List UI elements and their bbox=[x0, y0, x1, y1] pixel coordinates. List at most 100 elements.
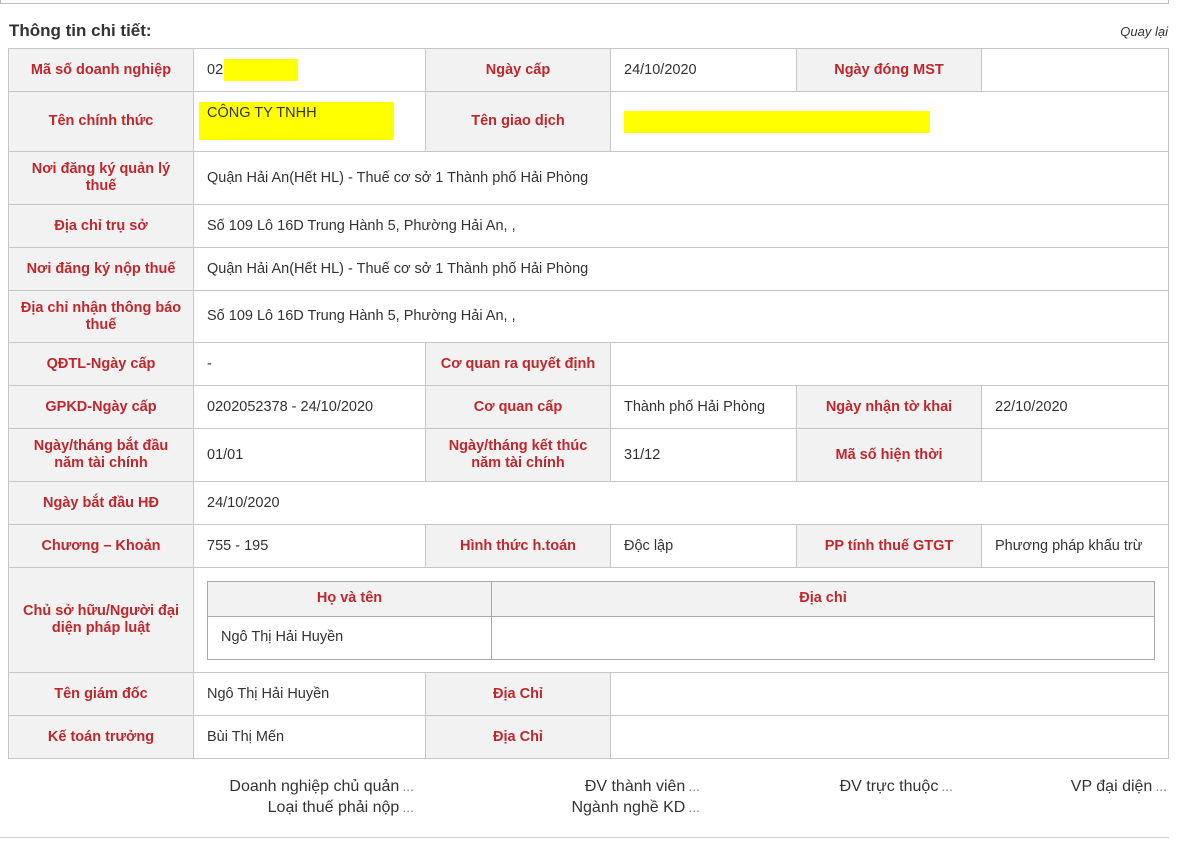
owner-name: Ngô Thị Hải Huyền bbox=[207, 615, 492, 660]
ngay-bat-dau-hd-label: Ngày bắt đầu HĐ bbox=[8, 481, 194, 525]
link-vp-dai-dien[interactable]: VP đại diện... bbox=[1071, 778, 1167, 796]
ten-chinh-thuc-cell: CÔNG TY TNHH bbox=[193, 91, 426, 152]
ten-giao-dich-label: Tên giao dịch bbox=[425, 91, 611, 152]
back-link[interactable]: Quay lại bbox=[1120, 24, 1168, 39]
ke-toan-dia-chi-label: Địa Chỉ bbox=[425, 715, 611, 759]
bat-dau-nam-tc-label: Ngày/tháng bắt đầu năm tài chính bbox=[8, 428, 194, 482]
qdtl-value: - bbox=[193, 342, 426, 386]
link-nganh-nghe-kd[interactable]: Ngành nghề KD... bbox=[571, 799, 700, 817]
link-label: Loại thuế phải nộp bbox=[267, 799, 400, 816]
dia-chi-tru-so-value: Số 109 Lô 16D Trung Hành 5, Phường Hải A… bbox=[193, 204, 1169, 248]
link-dv-thanh-vien[interactable]: ĐV thành viên... bbox=[585, 778, 700, 796]
row-ten: Tên chính thức CÔNG TY TNHH Tên giao dịc… bbox=[8, 91, 1169, 152]
dia-chi-thong-bao-value: Số 109 Lô 16D Trung Hành 5, Phường Hải A… bbox=[193, 290, 1169, 343]
co-quan-cap-value: Thành phố Hải Phòng bbox=[610, 385, 797, 429]
ngay-dong-mst-value bbox=[981, 48, 1169, 92]
ngay-nhan-to-khai-label: Ngày nhận tờ khai bbox=[796, 385, 982, 429]
bat-dau-nam-tc-value: 01/01 bbox=[193, 428, 426, 482]
previous-panel-border bbox=[0, 0, 1169, 4]
hinh-thuc-hach-toan-label: Hình thức h.toán bbox=[425, 524, 611, 568]
ngay-cap-label: Ngày cấp bbox=[425, 48, 611, 92]
link-label: Doanh nghiệp chủ quản bbox=[229, 778, 400, 795]
noi-dk-nop-thue-label: Nơi đăng ký nộp thuế bbox=[8, 247, 194, 291]
ke-toan-value: Bùi Thị Mến bbox=[193, 715, 426, 759]
row-qdtl: QĐTL-Ngày cấp - Cơ quan ra quyết định bbox=[8, 342, 1169, 386]
dia-chi-thong-bao-label: Địa chỉ nhận thông báo thuế bbox=[8, 290, 194, 343]
row-noi-dk-quan-ly: Nơi đăng ký quản lý thuế Quận Hải An(Hết… bbox=[8, 151, 1169, 205]
ket-thuc-nam-tc-label: Ngày/tháng kết thúc năm tài chính bbox=[425, 428, 611, 482]
ten-giao-dich-cell bbox=[610, 91, 1169, 152]
ma-so-value: 02 bbox=[207, 61, 224, 78]
giam-doc-dia-chi-value bbox=[610, 672, 1169, 716]
link-label: ĐV trực thuộc bbox=[839, 778, 939, 795]
giam-doc-dia-chi-label: Địa Chỉ bbox=[425, 672, 611, 716]
ke-toan-label: Kế toán trưởng bbox=[8, 715, 194, 759]
co-quan-quyet-dinh-value bbox=[610, 342, 1169, 386]
co-quan-cap-label: Cơ quan cấp bbox=[425, 385, 611, 429]
row-ngay-bat-dau-hd: Ngày bắt đầu HĐ 24/10/2020 bbox=[8, 481, 1169, 525]
row-noi-dk-nop-thue: Nơi đăng ký nộp thuế Quận Hải An(Hết HL)… bbox=[8, 247, 1169, 291]
link-label: ĐV thành viên bbox=[584, 778, 686, 795]
ket-thuc-nam-tc-value: 31/12 bbox=[610, 428, 797, 482]
pp-tinh-thue-label: PP tính thuế GTGT bbox=[796, 524, 982, 568]
owner-header-row: Họ và tên Địa chỉ bbox=[207, 580, 1155, 617]
pp-tinh-thue-value: Phương pháp khấu trừ bbox=[981, 524, 1169, 568]
gpkd-value: 0202052378 - 24/10/2020 bbox=[193, 385, 426, 429]
dia-chi-tru-so-label: Địa chỉ trụ sở bbox=[8, 204, 194, 248]
bottom-divider bbox=[0, 837, 1169, 838]
qdtl-label: QĐTL-Ngày cấp bbox=[8, 342, 194, 386]
row-dia-chi-thong-bao: Địa chỉ nhận thông báo thuế Số 109 Lô 16… bbox=[8, 290, 1169, 343]
more-dots: ... bbox=[941, 778, 953, 794]
noi-dk-nop-thue-value: Quận Hải An(Hết HL) - Thuế cơ sở 1 Thành… bbox=[193, 247, 1169, 291]
row-dia-chi-tru-so: Địa chỉ trụ sở Số 109 Lô 16D Trung Hành … bbox=[8, 204, 1169, 248]
giam-doc-label: Tên giám đốc bbox=[8, 672, 194, 716]
ngay-dong-mst-label: Ngày đóng MST bbox=[796, 48, 982, 92]
owner-name-header: Họ và tên bbox=[207, 580, 492, 617]
ngay-cap-value: 24/10/2020 bbox=[610, 48, 797, 92]
owner-address bbox=[491, 615, 1155, 660]
row-gpkd: GPKD-Ngày cấp 0202052378 - 24/10/2020 Cơ… bbox=[8, 385, 1169, 429]
ma-so-hien-thoi-label: Mã số hiện thời bbox=[796, 428, 982, 482]
link-dv-truc-thuoc[interactable]: ĐV trực thuộc... bbox=[840, 778, 953, 796]
row-ma-so: Mã số doanh nghiệp 02 Ngày cấp 24/10/202… bbox=[8, 48, 1169, 92]
ngay-nhan-to-khai-value: 22/10/2020 bbox=[981, 385, 1169, 429]
owner-address-header: Địa chỉ bbox=[491, 580, 1155, 617]
ten-chinh-thuc-label: Tên chính thức bbox=[8, 91, 194, 152]
section-title: Thông tin chi tiết: bbox=[9, 21, 152, 40]
more-dots: ... bbox=[1155, 778, 1167, 794]
ngay-bat-dau-hd-value: 24/10/2020 bbox=[193, 481, 1169, 525]
row-nam-tai-chinh: Ngày/tháng bắt đầu năm tài chính 01/01 N… bbox=[8, 428, 1169, 482]
redaction-mask bbox=[224, 59, 299, 81]
link-label: Ngành nghề KD bbox=[571, 799, 686, 816]
company-detail-table: Mã số doanh nghiệp 02 Ngày cấp 24/10/202… bbox=[8, 48, 1169, 759]
giam-doc-value: Ngô Thị Hải Huyền bbox=[193, 672, 426, 716]
chu-so-huu-label: Chủ sở hữu/Người đại diện pháp luật bbox=[8, 567, 194, 673]
link-doanh-nghiep-chu-quan[interactable]: Doanh nghiệp chủ quản... bbox=[229, 778, 414, 796]
more-dots: ... bbox=[688, 799, 700, 815]
ma-so-hien-thoi-value bbox=[981, 428, 1169, 482]
noi-dk-quan-ly-label: Nơi đăng ký quản lý thuế bbox=[8, 151, 194, 205]
chuong-khoan-value: 755 - 195 bbox=[193, 524, 426, 568]
owner-table: Họ và tên Địa chỉ Ngô Thị Hải Huyền bbox=[207, 580, 1155, 660]
more-dots: ... bbox=[402, 778, 414, 794]
ten-chinh-thuc-value: CÔNG TY TNHH bbox=[207, 105, 317, 121]
table-row: Ngô Thị Hải Huyền bbox=[207, 615, 1155, 660]
noi-dk-quan-ly-value: Quận Hải An(Hết HL) - Thuế cơ sở 1 Thành… bbox=[193, 151, 1169, 205]
owner-table-cell: Họ và tên Địa chỉ Ngô Thị Hải Huyền bbox=[193, 567, 1169, 673]
gpkd-label: GPKD-Ngày cấp bbox=[8, 385, 194, 429]
link-loai-thue-phai-nop[interactable]: Loại thuế phải nộp... bbox=[268, 799, 414, 817]
link-label: VP đại diện bbox=[1070, 778, 1153, 795]
hinh-thuc-hach-toan-value: Độc lập bbox=[610, 524, 797, 568]
redaction-mask bbox=[624, 110, 930, 133]
row-chu-so-huu: Chủ sở hữu/Người đại diện pháp luật Họ v… bbox=[8, 567, 1169, 673]
ke-toan-dia-chi-value bbox=[610, 715, 1169, 759]
row-giam-doc: Tên giám đốc Ngô Thị Hải Huyền Địa Chỉ bbox=[8, 672, 1169, 716]
ma-so-cell: 02 bbox=[193, 48, 426, 92]
more-dots: ... bbox=[688, 778, 700, 794]
co-quan-quyet-dinh-label: Cơ quan ra quyết định bbox=[425, 342, 611, 386]
row-chuong-khoan: Chương – Khoản 755 - 195 Hình thức h.toá… bbox=[8, 524, 1169, 568]
chuong-khoan-label: Chương – Khoản bbox=[8, 524, 194, 568]
ma-so-label: Mã số doanh nghiệp bbox=[8, 48, 194, 92]
row-ke-toan: Kế toán trưởng Bùi Thị Mến Địa Chỉ bbox=[8, 715, 1169, 759]
more-dots: ... bbox=[402, 799, 414, 815]
